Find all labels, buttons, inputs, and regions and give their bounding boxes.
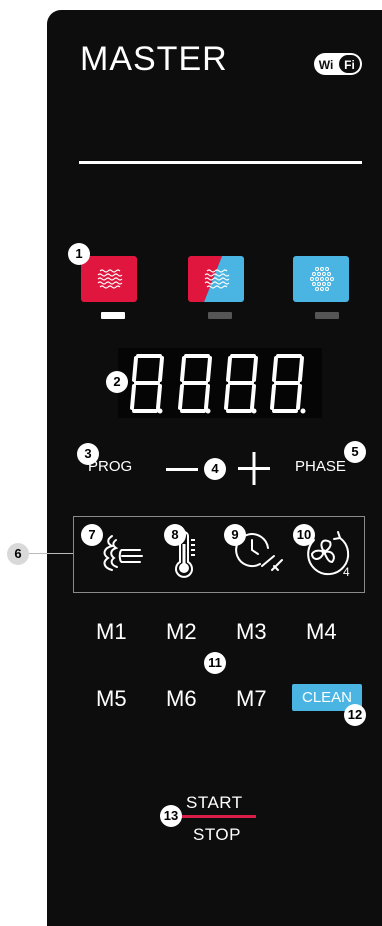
memory-button-m2[interactable]: M2 [166, 619, 197, 645]
convection-led [315, 312, 339, 319]
callout-badge: 2 [106, 371, 128, 393]
callout-badge: 8 [164, 524, 186, 546]
steam-icon [97, 269, 123, 289]
memory-button-m5[interactable]: M5 [96, 686, 127, 712]
convection-mode-button[interactable] [293, 256, 349, 302]
callout-badge: 7 [81, 524, 103, 546]
memory-button-m4[interactable]: M4 [306, 619, 337, 645]
svg-text:Wi: Wi [319, 58, 334, 72]
seven-segment-display [118, 348, 322, 418]
callout-badge: 1 [68, 243, 90, 265]
callout-badge: 6 [7, 543, 29, 565]
start-stop-divider [170, 815, 256, 818]
start-button[interactable]: START [186, 793, 243, 813]
callout-leader-line [28, 553, 73, 554]
plus-button[interactable] [238, 452, 272, 486]
memory-button-m1[interactable]: M1 [96, 619, 127, 645]
svg-text:Fi: Fi [344, 58, 355, 72]
callout-badge: 4 [204, 458, 226, 480]
phase-button[interactable]: PHASE [295, 458, 346, 475]
callout-badge: 10 [293, 524, 315, 546]
panel-title: MASTER [80, 40, 228, 78]
callout-badge: 9 [224, 524, 246, 546]
separator-line [79, 161, 362, 164]
steam-mode-button[interactable] [81, 256, 137, 302]
minus-button[interactable] [166, 454, 202, 484]
callout-badge: 12 [344, 704, 366, 726]
digits-8888-icon [130, 354, 306, 414]
wifi-icon: Wi Fi [314, 53, 362, 75]
convection-dots-icon [310, 267, 334, 291]
steam-led [101, 312, 125, 319]
callout-badge: 11 [204, 652, 226, 674]
fan-speed-value: 4 [343, 565, 350, 579]
memory-button-m7[interactable]: M7 [236, 686, 267, 712]
stop-button[interactable]: STOP [193, 825, 241, 845]
callout-badge: 5 [344, 441, 366, 463]
humidity-steam-icon[interactable] [98, 530, 146, 578]
memory-button-m3[interactable]: M3 [236, 619, 267, 645]
combi-led [208, 312, 232, 319]
callout-badge: 13 [160, 805, 182, 827]
combi-icon [188, 256, 244, 302]
combi-mode-button[interactable] [188, 256, 244, 302]
callout-badge: 3 [77, 443, 99, 465]
memory-button-m6[interactable]: M6 [166, 686, 197, 712]
